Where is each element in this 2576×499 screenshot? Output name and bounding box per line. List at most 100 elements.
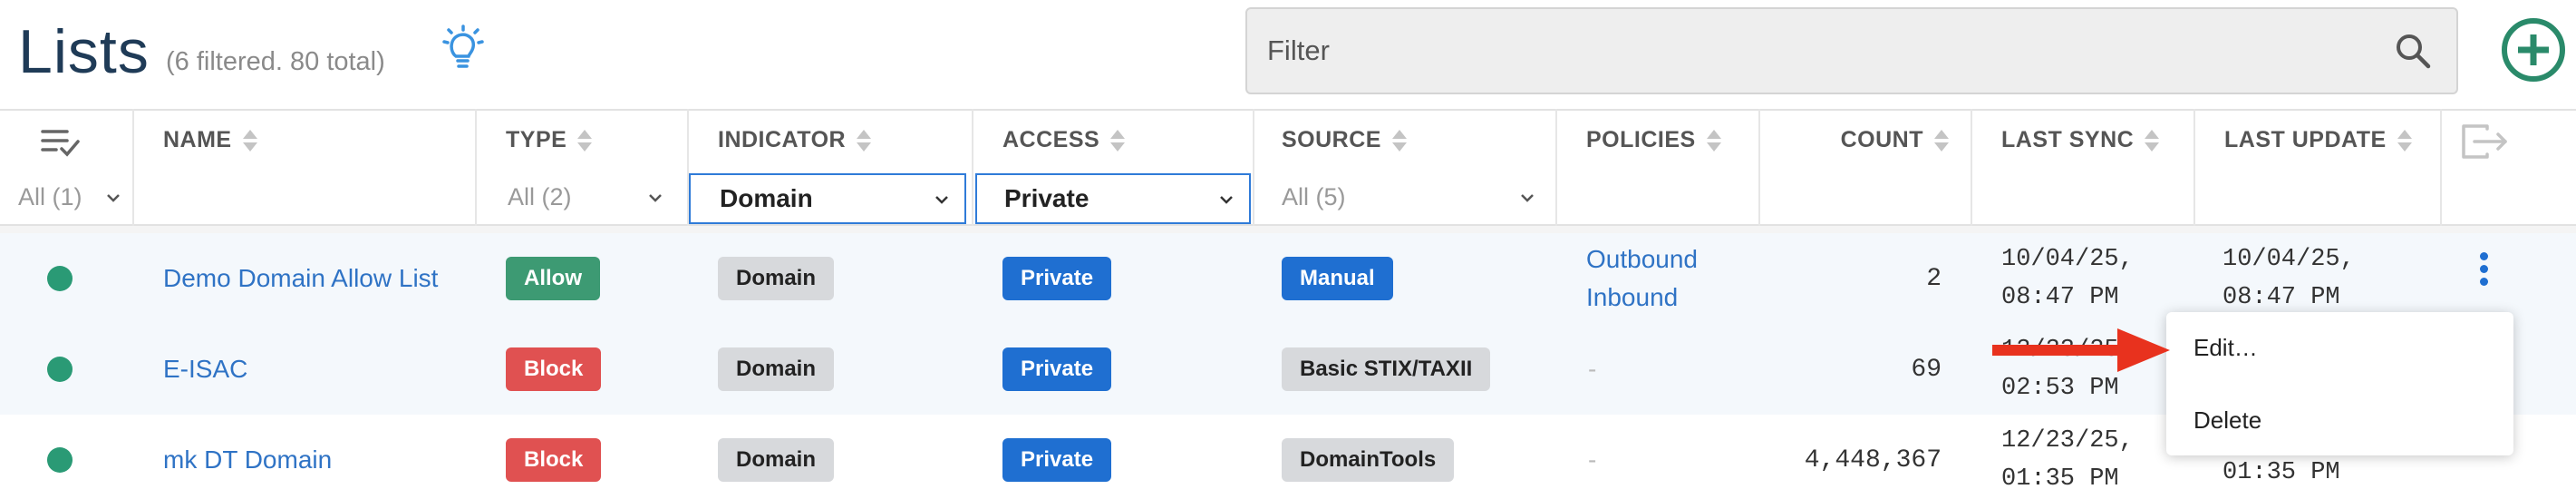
type-badge: Allow	[506, 233, 600, 324]
column-header-last-sync[interactable]: LAST SYNC	[2001, 111, 2160, 170]
access-filter[interactable]: Private	[975, 173, 1251, 224]
source-filter[interactable]: All (5)	[1282, 168, 1550, 226]
plus-circle-icon[interactable]	[2500, 16, 2567, 83]
access-badge: Private	[1002, 324, 1112, 415]
access-badge-label: Private	[1002, 347, 1112, 391]
sort-icon	[2397, 129, 2412, 152]
indicator-filter[interactable]: Domain	[689, 173, 966, 224]
column-divider	[1253, 109, 1254, 226]
sort-icon	[1706, 129, 1721, 152]
column-header-last-sync-label: LAST SYNC	[2001, 127, 2135, 152]
column-divider	[972, 109, 973, 226]
status-dot	[47, 324, 73, 415]
indicator-badge-label: Domain	[718, 347, 835, 391]
type-badge-label: Block	[506, 347, 602, 391]
chevron-down-icon	[935, 196, 948, 204]
column-header-last-update[interactable]: LAST UPDATE	[2224, 111, 2412, 170]
column-divider	[1971, 109, 1972, 226]
source-badge-label: DomainTools	[1282, 438, 1455, 482]
column-header-indicator[interactable]: INDICATOR	[718, 111, 872, 170]
access-badge: Private	[1002, 415, 1112, 499]
table-header: NAME TYPE INDICATOR ACCESS SOURCE POLICI…	[0, 109, 2576, 168]
column-divider	[1758, 109, 1760, 226]
kebab-icon[interactable]	[2480, 248, 2489, 290]
filter-box	[1245, 7, 2458, 94]
chevron-down-icon	[1521, 194, 1534, 202]
sort-icon	[857, 129, 872, 152]
column-header-name[interactable]: NAME	[163, 111, 257, 170]
sort-icon	[1391, 129, 1407, 152]
last-update-cell: 10/04/25, 08:47 PM	[2223, 233, 2355, 324]
search-icon[interactable]	[2393, 31, 2433, 71]
filter-row: All (1) All (2) Domain Private All (5)	[0, 168, 2576, 226]
list-count-summary: (6 filtered. 80 total)	[166, 47, 385, 76]
list-check-icon[interactable]	[40, 127, 82, 158]
policies-cell: -	[1588, 445, 1597, 474]
last-update-time: 01:35 PM	[2223, 459, 2340, 486]
last-sync-cell: 10/04/25, 08:47 PM	[2001, 233, 2134, 324]
access-badge-label: Private	[1002, 438, 1112, 482]
list-name-link[interactable]: Demo Domain Allow List	[163, 233, 438, 324]
last-sync-time: 01:35 PM	[2001, 465, 2119, 493]
column-header-policies[interactable]: POLICIES	[1586, 111, 1721, 170]
policy-link[interactable]: Outbound	[1586, 240, 1698, 279]
source-badge: Manual	[1282, 233, 1393, 324]
sort-icon	[1110, 129, 1126, 152]
column-header-type[interactable]: TYPE	[506, 111, 593, 170]
policies-cell: -	[1588, 355, 1597, 383]
chevron-down-icon	[649, 194, 662, 202]
table-row[interactable]: Demo Domain Allow List Allow Domain Priv…	[0, 233, 2576, 324]
delete-menu-item[interactable]: Delete	[2193, 406, 2261, 435]
type-badge-label: Block	[506, 438, 602, 482]
last-update-date: 10/04/25,	[2223, 246, 2355, 273]
list-name-link[interactable]: mk DT Domain	[163, 415, 332, 499]
column-divider	[2193, 109, 2195, 226]
column-divider	[475, 109, 477, 226]
policy-link[interactable]: Inbound	[1586, 279, 1678, 317]
column-header-access[interactable]: ACCESS	[1002, 111, 1126, 170]
column-header-source-label: SOURCE	[1282, 127, 1381, 152]
column-header-name-label: NAME	[163, 127, 232, 152]
last-update-cell: 01:35 PM	[2223, 453, 2340, 493]
type-filter[interactable]: All (2)	[508, 168, 678, 226]
source-badge-label: Manual	[1282, 257, 1393, 300]
indicator-badge: Domain	[718, 324, 835, 415]
list-name-link[interactable]: E-ISAC	[163, 324, 247, 415]
indicator-filter-value: Domain	[720, 184, 813, 212]
status-dot	[47, 233, 73, 324]
chevron-down-icon	[107, 194, 120, 202]
type-badge: Block	[506, 415, 602, 499]
source-badge: DomainTools	[1282, 415, 1455, 499]
column-header-access-label: ACCESS	[1002, 127, 1100, 152]
column-divider	[2440, 109, 2442, 226]
last-sync-time: 02:53 PM	[2001, 375, 2119, 402]
annotation-arrow-icon	[1992, 328, 2170, 372]
column-divider	[132, 109, 134, 226]
indicator-badge-label: Domain	[718, 257, 835, 300]
column-header-source[interactable]: SOURCE	[1282, 111, 1407, 170]
column-header-last-update-label: LAST UPDATE	[2224, 127, 2387, 152]
lightbulb-icon[interactable]	[437, 24, 491, 78]
column-header-policies-label: POLICIES	[1586, 127, 1696, 152]
export-icon[interactable]	[2460, 123, 2509, 160]
status-filter[interactable]: All (1)	[18, 168, 125, 226]
column-header-type-label: TYPE	[506, 127, 567, 152]
column-header-count-label: COUNT	[1840, 127, 1923, 152]
column-header-count[interactable]: COUNT	[1804, 111, 1949, 170]
policies-cell: Outbound Inbound	[1586, 233, 1698, 324]
filter-input[interactable]	[1267, 9, 2355, 93]
header-divider	[0, 226, 2576, 233]
source-badge: Basic STIX/TAXII	[1282, 324, 1491, 415]
sort-icon	[1934, 129, 1949, 152]
column-divider	[687, 109, 689, 226]
access-filter-value: Private	[1004, 184, 1089, 212]
source-badge-label: Basic STIX/TAXII	[1282, 347, 1491, 391]
count-cell: 4,448,367	[1804, 445, 1942, 475]
source-filter-value: All (5)	[1282, 182, 1346, 210]
row-context-menu: Edit… Delete	[2166, 312, 2513, 455]
last-sync-cell: 12/23/25, 01:35 PM	[2001, 415, 2134, 499]
status-dot	[47, 415, 73, 499]
edit-menu-item[interactable]: Edit…	[2193, 334, 2258, 362]
column-header-indicator-label: INDICATOR	[718, 127, 847, 152]
type-filter-value: All (2)	[508, 182, 572, 210]
